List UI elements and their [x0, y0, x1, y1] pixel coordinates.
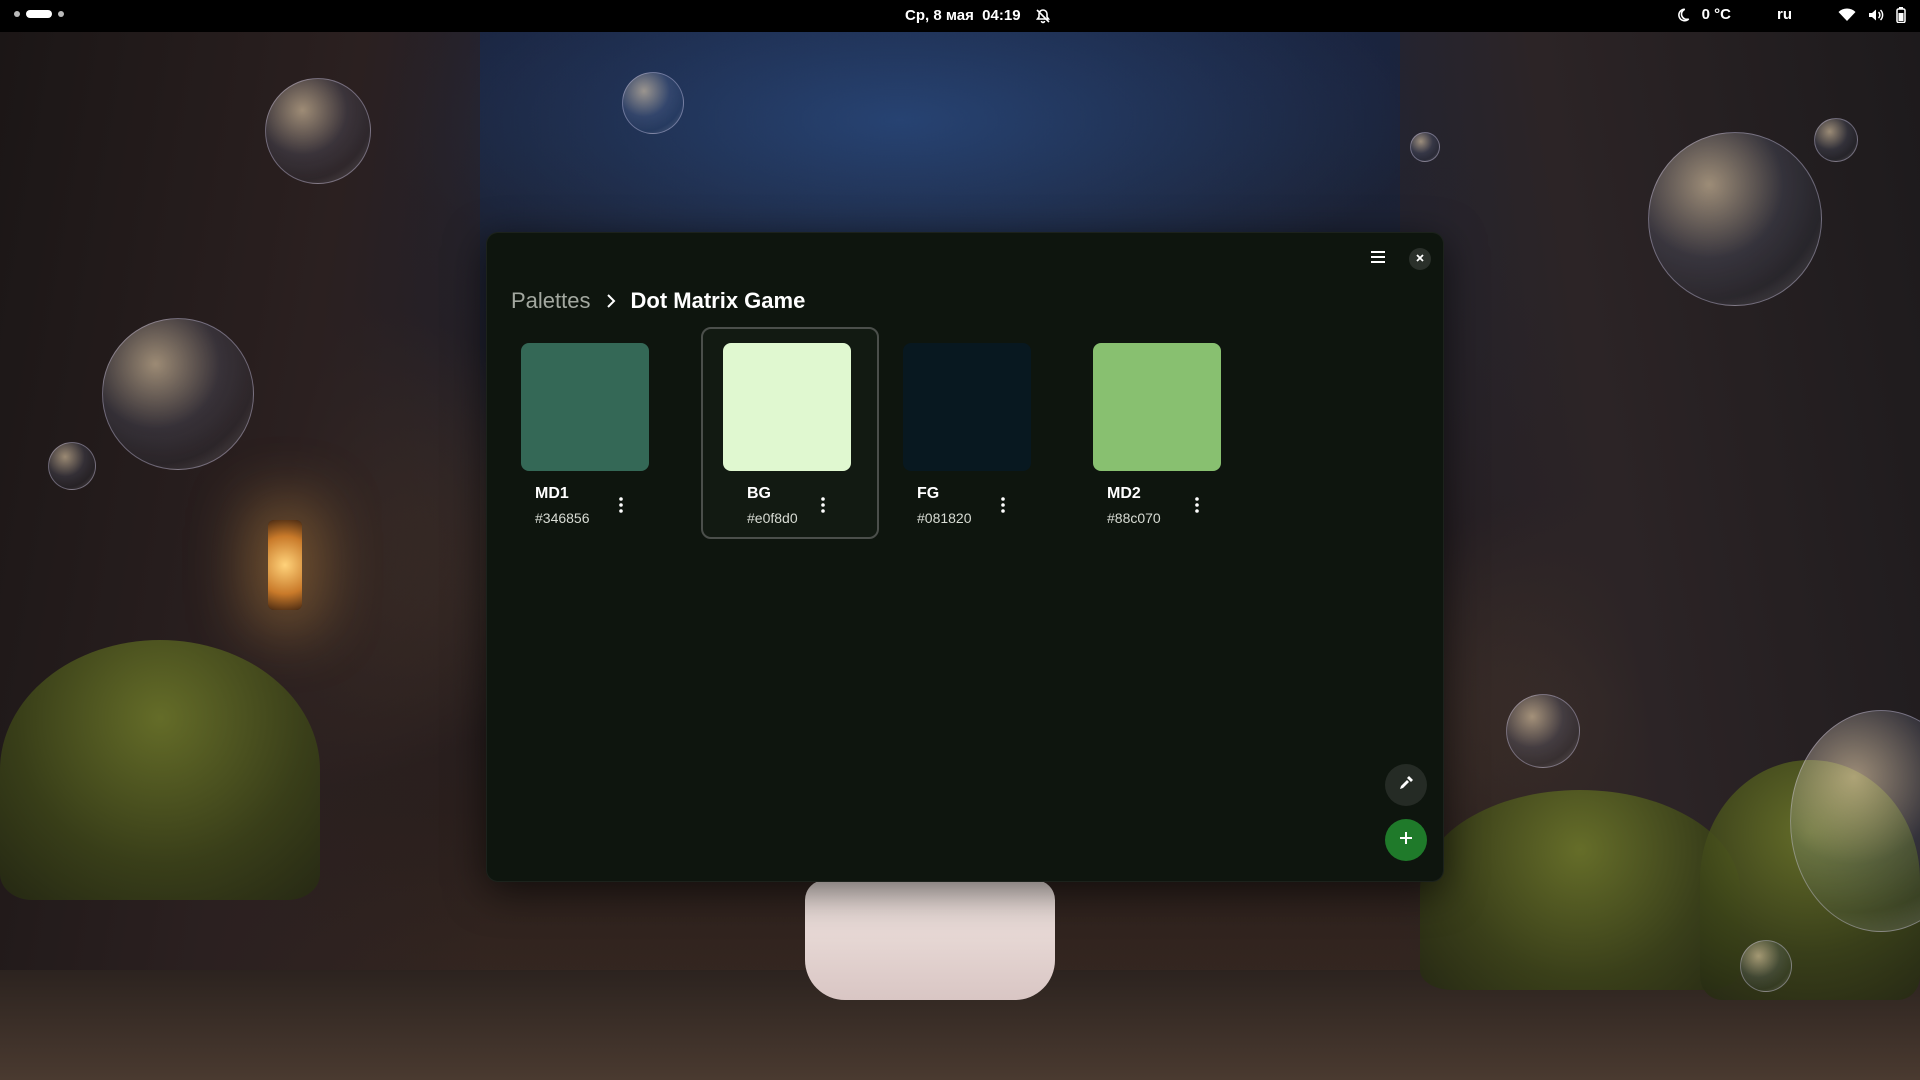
more-vertical-icon — [1195, 496, 1199, 518]
wallpaper-bubble — [1740, 940, 1792, 992]
workspace-dot[interactable] — [58, 11, 64, 17]
plus-icon — [1398, 830, 1414, 851]
chevron-right-icon — [605, 293, 617, 309]
notifications-off-icon — [1035, 8, 1051, 24]
workspace-dot-active[interactable] — [26, 10, 52, 18]
color-options-button[interactable] — [609, 495, 633, 519]
system-tray[interactable]: 0 °C ru — [1676, 6, 1906, 23]
color-options-button[interactable] — [991, 495, 1015, 519]
breadcrumb: Palettes Dot Matrix Game — [511, 288, 805, 314]
color-grid: MD1 #346856 BG #e0f8d0 FG #081820 MD2 #8… — [511, 327, 1261, 539]
wallpaper-plant — [0, 640, 320, 900]
main-menu-button[interactable] — [1363, 244, 1393, 274]
wallpaper-left-building — [0, 32, 480, 1080]
breadcrumb-parent-link[interactable]: Palettes — [511, 288, 591, 314]
wallpaper-bubble — [1410, 132, 1440, 162]
close-icon — [1415, 250, 1425, 268]
color-swatch[interactable] — [903, 343, 1031, 471]
color-name: MD2 — [1107, 485, 1141, 502]
volume-icon — [1868, 8, 1884, 22]
color-name: MD1 — [535, 485, 569, 502]
color-hex: #346856 — [535, 510, 590, 526]
color-options-button[interactable] — [1185, 495, 1209, 519]
wallpaper-plant — [1420, 790, 1740, 990]
workspace-dot[interactable] — [14, 11, 20, 17]
color-swatch[interactable] — [521, 343, 649, 471]
add-color-button[interactable] — [1385, 819, 1427, 861]
color-card-bg[interactable]: BG #e0f8d0 — [701, 327, 879, 539]
wallpaper-bubble — [1814, 118, 1858, 162]
header-buttons — [1363, 244, 1431, 274]
wallpaper-bubble — [1506, 694, 1580, 768]
breadcrumb-current: Dot Matrix Game — [630, 288, 806, 313]
more-vertical-icon — [821, 496, 825, 518]
wallpaper-bubble — [265, 78, 371, 184]
more-vertical-icon — [619, 496, 623, 518]
color-options-button[interactable] — [811, 495, 835, 519]
close-button[interactable] — [1409, 248, 1431, 270]
wallpaper-bubble — [48, 442, 96, 490]
datetime-label: Ср, 8 мая 04:19 — [905, 7, 1021, 24]
color-card-fg[interactable]: FG #081820 — [893, 327, 1071, 539]
hamburger-icon — [1370, 250, 1386, 269]
keyboard-layout-label[interactable]: ru — [1777, 6, 1792, 23]
pick-color-button[interactable] — [1385, 764, 1427, 806]
wallpaper-bubble — [622, 72, 684, 134]
more-vertical-icon — [1001, 496, 1005, 518]
color-card-md2[interactable]: MD2 #88c070 — [1083, 327, 1261, 539]
color-name: FG — [917, 485, 940, 502]
clock-button[interactable]: Ср, 8 мая 04:19 — [905, 7, 1051, 24]
night-icon — [1676, 8, 1690, 22]
color-swatch[interactable] — [1093, 343, 1221, 471]
wallpaper-lantern — [268, 520, 302, 610]
color-hex: #88c070 — [1107, 510, 1161, 526]
color-hex: #e0f8d0 — [747, 510, 798, 526]
workspace-indicator[interactable] — [14, 10, 64, 18]
wallpaper-bubble — [1648, 132, 1822, 306]
eyedropper-icon — [1398, 775, 1414, 796]
color-name: BG — [747, 485, 771, 502]
wallpaper-figure — [805, 880, 1055, 1000]
wallpaper-bubble — [102, 318, 254, 470]
color-card-md1[interactable]: MD1 #346856 — [511, 327, 689, 539]
top-bar: Ср, 8 мая 04:19 0 °C ru — [0, 0, 1920, 32]
palettes-window: Palettes Dot Matrix Game MD1 #346856 BG … — [486, 232, 1444, 882]
color-hex: #081820 — [917, 510, 972, 526]
color-swatch[interactable] — [723, 343, 851, 471]
wifi-icon — [1838, 7, 1856, 22]
weather-label: 0 °C — [1701, 6, 1731, 23]
battery-icon — [1896, 6, 1906, 23]
